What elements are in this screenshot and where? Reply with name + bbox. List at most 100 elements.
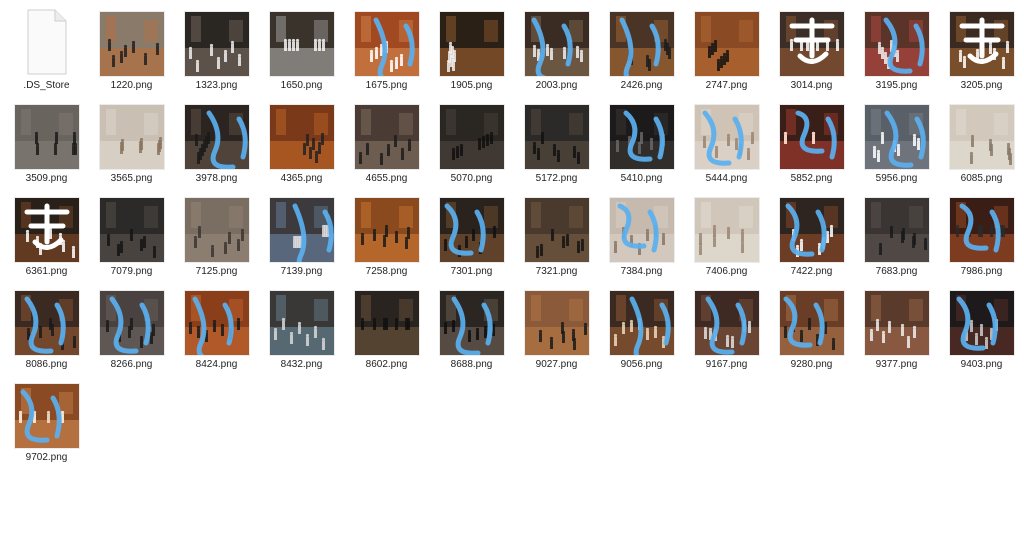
file-item[interactable]: 7321.png: [514, 186, 599, 279]
file-item[interactable]: 3205.png: [939, 0, 1024, 93]
image-thumbnail: [15, 105, 79, 169]
file-item[interactable]: 3978.png: [174, 93, 259, 186]
file-item[interactable]: 2426.png: [599, 0, 684, 93]
file-item[interactable]: 7301.png: [429, 186, 514, 279]
file-item[interactable]: 9403.png: [939, 279, 1024, 372]
image-thumbnail: [865, 105, 929, 169]
file-item[interactable]: 3509.png: [4, 93, 89, 186]
file-item[interactable]: 7125.png: [174, 186, 259, 279]
file-item[interactable]: 7406.png: [684, 186, 769, 279]
file-name: 9027.png: [535, 359, 578, 370]
file-item[interactable]: 5410.png: [599, 93, 684, 186]
image-thumbnail: [185, 12, 249, 76]
file-item[interactable]: 9280.png: [769, 279, 854, 372]
image-thumbnail: [355, 12, 419, 76]
file-name: 7422.png: [790, 266, 833, 277]
file-item[interactable]: 3565.png: [89, 93, 174, 186]
file-name: 7321.png: [535, 266, 578, 277]
file-name: 2003.png: [535, 80, 578, 91]
file-name: 5172.png: [535, 173, 578, 184]
file-name: 9702.png: [25, 452, 68, 463]
file-item[interactable]: 9027.png: [514, 279, 599, 372]
image-thumbnail: [270, 291, 334, 355]
file-item[interactable]: 5172.png: [514, 93, 599, 186]
file-name: 1650.png: [280, 80, 323, 91]
file-item[interactable]: 2003.png: [514, 0, 599, 93]
document-icon: [27, 9, 67, 75]
image-thumbnail: [610, 105, 674, 169]
file-item[interactable]: 7384.png: [599, 186, 684, 279]
file-item[interactable]: 3014.png: [769, 0, 854, 93]
image-thumbnail: [355, 198, 419, 262]
file-item[interactable]: 6085.png: [939, 93, 1024, 186]
file-name: 8424.png: [195, 359, 238, 370]
file-item[interactable]: 4655.png: [344, 93, 429, 186]
file-item[interactable]: 7139.png: [259, 186, 344, 279]
file-item[interactable]: 9056.png: [599, 279, 684, 372]
file-item[interactable]: 1220.png: [89, 0, 174, 93]
file-name: 9167.png: [705, 359, 748, 370]
file-name: 3978.png: [195, 173, 238, 184]
file-item[interactable]: 9167.png: [684, 279, 769, 372]
file-name: 7301.png: [450, 266, 493, 277]
file-item[interactable]: 4365.png: [259, 93, 344, 186]
file-item[interactable]: 9702.png: [4, 372, 89, 465]
file-name: 3509.png: [25, 173, 68, 184]
file-name: 7406.png: [705, 266, 748, 277]
image-thumbnail: [950, 198, 1014, 262]
file-item[interactable]: 1650.png: [259, 0, 344, 93]
file-item[interactable]: 7986.png: [939, 186, 1024, 279]
image-thumbnail: [100, 198, 164, 262]
file-name: 7125.png: [195, 266, 238, 277]
image-thumbnail: [695, 291, 759, 355]
file-item[interactable]: 8086.png: [4, 279, 89, 372]
file-grid: .DS_Store 1220.png 1323.png 1650.png 1675.pn…: [0, 0, 1024, 537]
image-thumbnail: [780, 12, 844, 76]
file-item[interactable]: 5070.png: [429, 93, 514, 186]
file-item[interactable]: 3195.png: [854, 0, 939, 93]
image-thumbnail: [950, 12, 1014, 76]
file-item[interactable]: 8688.png: [429, 279, 514, 372]
file-item[interactable]: 7422.png: [769, 186, 854, 279]
file-item[interactable]: 1905.png: [429, 0, 514, 93]
image-thumbnail: [15, 291, 79, 355]
image-thumbnail: [610, 198, 674, 262]
file-item[interactable]: 5956.png: [854, 93, 939, 186]
file-name: 7079.png: [110, 266, 153, 277]
file-name: 3195.png: [875, 80, 918, 91]
file-name: 5852.png: [790, 173, 833, 184]
file-name: 5410.png: [620, 173, 663, 184]
file-name: 4655.png: [365, 173, 408, 184]
file-name: 5956.png: [875, 173, 918, 184]
file-item[interactable]: .DS_Store: [4, 0, 89, 93]
file-item[interactable]: 7258.png: [344, 186, 429, 279]
file-item[interactable]: 8432.png: [259, 279, 344, 372]
image-thumbnail: [780, 198, 844, 262]
image-thumbnail: [610, 12, 674, 76]
file-name: 6361.png: [25, 266, 68, 277]
file-item[interactable]: 2747.png: [684, 0, 769, 93]
file-item[interactable]: 1675.png: [344, 0, 429, 93]
file-item[interactable]: 7683.png: [854, 186, 939, 279]
file-name: 7986.png: [960, 266, 1003, 277]
file-name: 1905.png: [450, 80, 493, 91]
file-item[interactable]: 8602.png: [344, 279, 429, 372]
file-item[interactable]: 1323.png: [174, 0, 259, 93]
image-thumbnail: [355, 291, 419, 355]
file-name: 8688.png: [450, 359, 493, 370]
file-item[interactable]: 8266.png: [89, 279, 174, 372]
image-thumbnail: [610, 291, 674, 355]
file-name: 3205.png: [960, 80, 1003, 91]
image-thumbnail: [525, 198, 589, 262]
file-item[interactable]: 8424.png: [174, 279, 259, 372]
file-item[interactable]: 5444.png: [684, 93, 769, 186]
file-item[interactable]: 6361.png: [4, 186, 89, 279]
file-item[interactable]: 5852.png: [769, 93, 854, 186]
file-item[interactable]: 7079.png: [89, 186, 174, 279]
file-name: 8432.png: [280, 359, 323, 370]
file-name: 1323.png: [195, 80, 238, 91]
image-thumbnail: [270, 198, 334, 262]
image-thumbnail: [440, 105, 504, 169]
file-item[interactable]: 9377.png: [854, 279, 939, 372]
image-thumbnail: [950, 291, 1014, 355]
